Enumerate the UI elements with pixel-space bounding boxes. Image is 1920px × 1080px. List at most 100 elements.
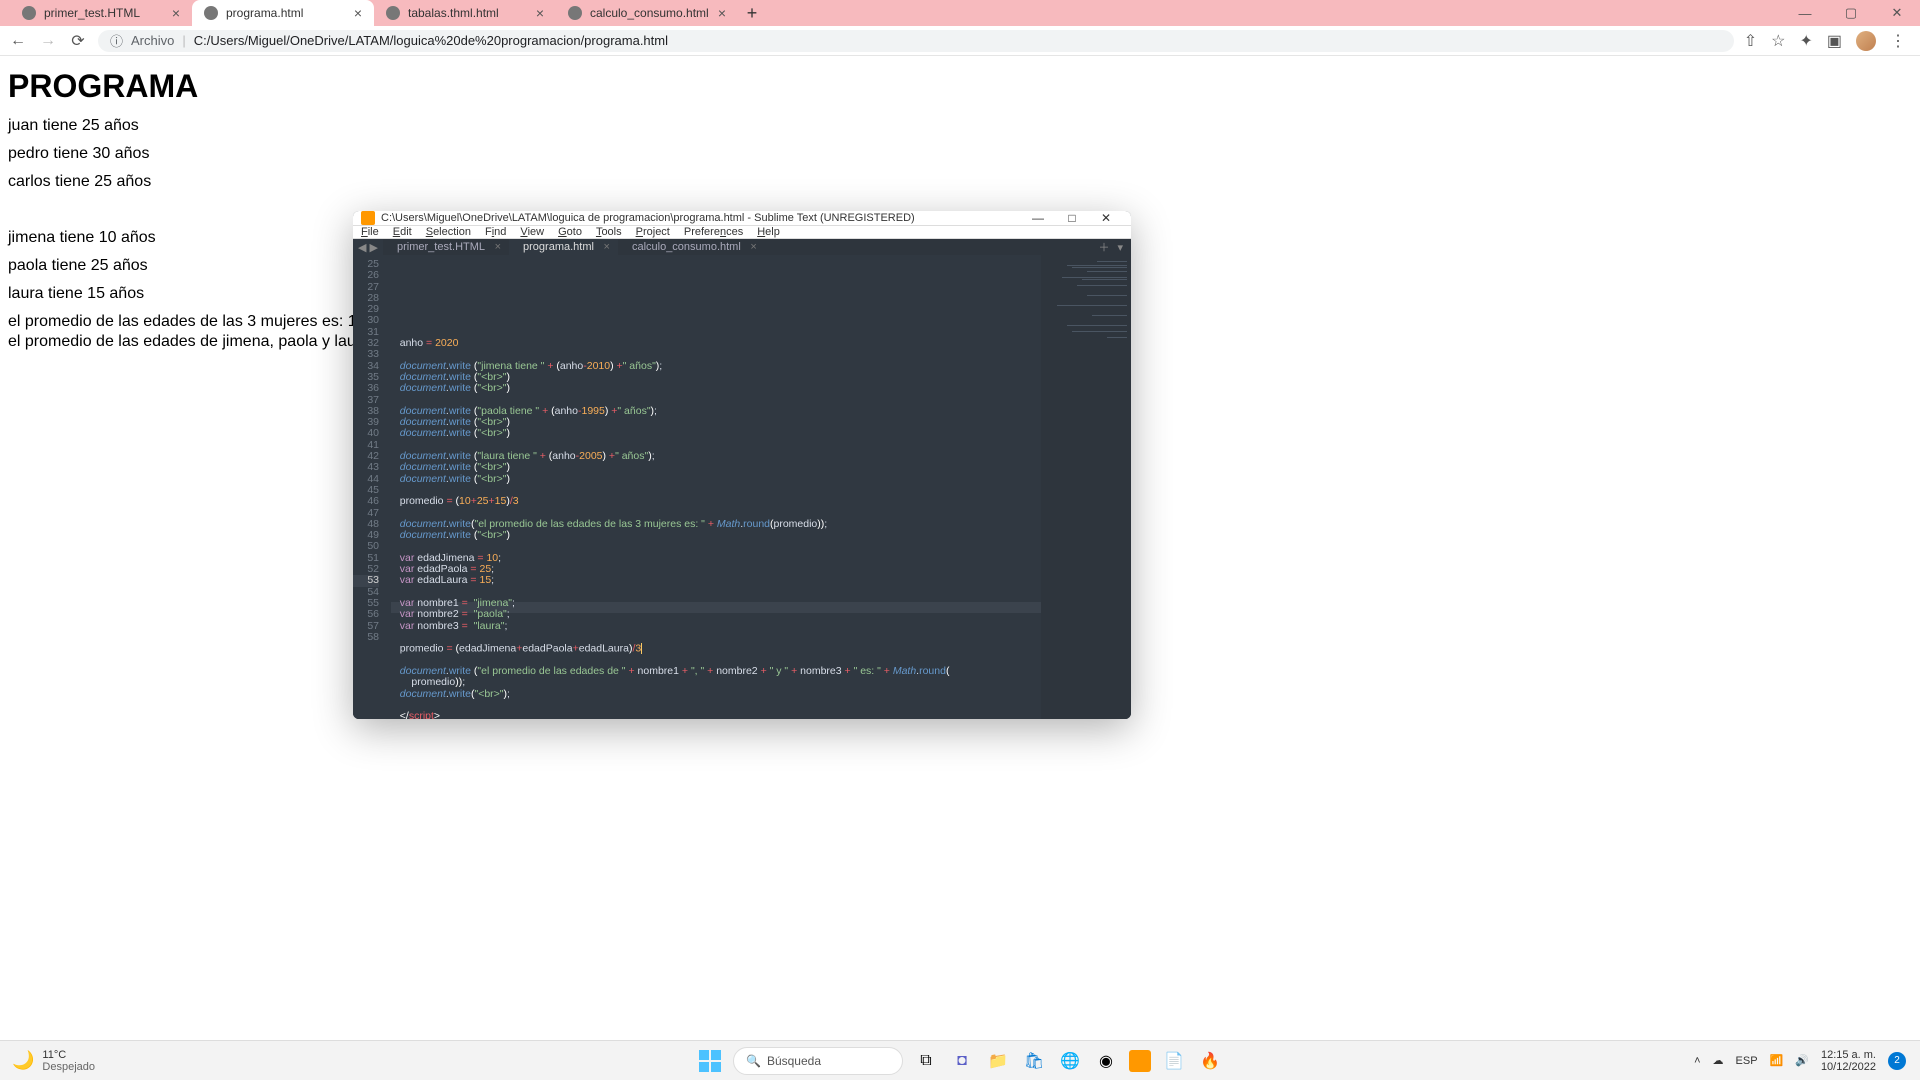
menu-edit[interactable]: Edit (393, 226, 412, 238)
globe-icon (204, 6, 218, 20)
close-icon[interactable]: × (495, 241, 501, 253)
app-sublime-icon[interactable] (1129, 1050, 1151, 1072)
back-button[interactable]: ← (8, 32, 28, 50)
bookmark-icon[interactable]: ☆ (1771, 31, 1785, 51)
line-gutter: 2526272829303132333435363738394041424344… (353, 255, 383, 719)
menu-file[interactable]: File (361, 226, 379, 238)
address-bar[interactable]: ⓘ Archivo | C:/Users/Miguel/OneDrive/LAT… (98, 30, 1734, 52)
tray-chevron-icon[interactable]: ˄ (1694, 1055, 1700, 1067)
close-icon[interactable]: × (750, 241, 756, 253)
browser-tab-0[interactable]: primer_test.HTML × (10, 0, 192, 26)
close-icon[interactable]: × (718, 5, 726, 21)
browser-toolbar: ← → ⟳ ⓘ Archivo | C:/Users/Miguel/OneDri… (0, 26, 1920, 56)
tab-label: primer_test.HTML (397, 241, 485, 253)
close-button[interactable]: ✕ (1874, 0, 1920, 26)
editor-body: 2526272829303132333435363738394041424344… (353, 255, 1131, 719)
close-icon[interactable]: × (172, 5, 180, 21)
info-icon: ⓘ (110, 31, 123, 50)
forward-button[interactable]: → (38, 32, 58, 50)
tab-title: tabalas.thml.html (408, 6, 499, 20)
toolbar-actions: ⇧ ☆ ✦ ▣ ⋮ (1744, 31, 1912, 51)
url-prefix: Archivo (131, 33, 174, 48)
app-edge-icon[interactable]: 🌐 (1057, 1048, 1083, 1074)
sublime-icon (361, 211, 375, 225)
app-paint-icon[interactable]: 🔥 (1197, 1048, 1223, 1074)
clock[interactable]: 12:15 a. m. 10/12/2022 (1821, 1049, 1876, 1073)
tab-title: primer_test.HTML (44, 6, 140, 20)
close-icon[interactable]: × (536, 5, 544, 21)
share-icon[interactable]: ⇧ (1744, 31, 1757, 51)
sublime-window: C:\Users\Miguel\OneDrive\LATAM\loguica d… (353, 211, 1131, 719)
menu-tools[interactable]: Tools (596, 226, 622, 238)
start-button[interactable] (697, 1048, 723, 1074)
tab-title: programa.html (226, 6, 303, 20)
profile-avatar[interactable] (1856, 31, 1876, 51)
minimize-button[interactable]: — (1782, 0, 1828, 26)
menu-preferences[interactable]: Preferences (684, 226, 743, 238)
browser-tab-2[interactable]: tabalas.thml.html × (374, 0, 556, 26)
maximize-button[interactable]: ▢ (1828, 0, 1874, 26)
notification-badge[interactable]: 2 (1888, 1052, 1906, 1070)
windows-taskbar: 🌙 11°C Despejado 🔍 Búsqueda ⧉ ◘ 📁 🛍 🌐 ◉ … (0, 1040, 1920, 1080)
app-pset-icon[interactable]: 📄 (1161, 1048, 1187, 1074)
window-controls: — ▢ ✕ (1782, 0, 1920, 26)
search-placeholder: Búsqueda (767, 1054, 821, 1068)
globe-icon (568, 6, 582, 20)
globe-icon (22, 6, 36, 20)
close-icon[interactable]: × (604, 241, 610, 253)
close-icon[interactable]: × (354, 5, 362, 21)
volume-icon[interactable]: 🔊 (1795, 1054, 1809, 1067)
weather-icon: 🌙 (12, 1050, 34, 1071)
system-tray: ˄ ☁ ESP 📶 🔊 12:15 a. m. 10/12/2022 2 (1694, 1049, 1920, 1073)
time: 12:15 a. m. (1821, 1049, 1876, 1061)
maximize-button[interactable]: □ (1055, 211, 1089, 225)
extensions-icon[interactable]: ✦ (1799, 31, 1812, 51)
wifi-icon[interactable]: 📶 (1770, 1054, 1784, 1067)
date: 10/12/2022 (1821, 1061, 1876, 1073)
app-chat-icon[interactable]: ◘ (949, 1048, 975, 1074)
sublime-titlebar[interactable]: C:\Users\Miguel\OneDrive\LATAM\loguica d… (353, 211, 1131, 226)
minimap[interactable] (1041, 255, 1131, 719)
tab-add-icon[interactable]: ＋ (1098, 239, 1109, 255)
menu-view[interactable]: View (520, 226, 544, 238)
menu-find[interactable]: Find (485, 226, 506, 238)
globe-icon (386, 6, 400, 20)
app-store-icon[interactable]: 🛍 (1021, 1048, 1047, 1074)
editor-tab-2[interactable]: calculo_consumo.html × (618, 239, 765, 255)
close-button[interactable]: ✕ (1089, 211, 1123, 225)
tab-label: programa.html (523, 241, 594, 253)
editor-tab-1[interactable]: programa.html × (509, 239, 618, 255)
taskbar-search[interactable]: 🔍 Búsqueda (733, 1047, 903, 1075)
app-explorer-icon[interactable]: 📁 (985, 1048, 1011, 1074)
minimize-button[interactable]: — (1021, 211, 1055, 225)
tab-label: calculo_consumo.html (632, 241, 741, 253)
sublime-menubar: File Edit Selection Find View Goto Tools… (353, 226, 1131, 239)
code-editor[interactable]: anho = 2020 document.write ("jimena tien… (383, 255, 1041, 719)
menu-project[interactable]: Project (636, 226, 670, 238)
menu-goto[interactable]: Goto (558, 226, 582, 238)
menu-icon[interactable]: ⋮ (1890, 31, 1906, 51)
tab-menu-icon[interactable]: ▾ (1117, 241, 1123, 254)
app-chrome-icon[interactable]: ◉ (1093, 1048, 1119, 1074)
reload-button[interactable]: ⟳ (68, 31, 88, 51)
browser-tab-3[interactable]: calculo_consumo.html × (556, 0, 738, 26)
browser-tab-strip: primer_test.HTML × programa.html × tabal… (0, 0, 1920, 26)
language-indicator[interactable]: ESP (1736, 1055, 1758, 1067)
url-text: C:/Users/Miguel/OneDrive/LATAM/loguica%2… (194, 33, 668, 48)
weather-widget[interactable]: 🌙 11°C Despejado (0, 1049, 95, 1073)
taskbar-center: 🔍 Búsqueda ⧉ ◘ 📁 🛍 🌐 ◉ 📄 🔥 (697, 1047, 1223, 1075)
task-view-icon[interactable]: ⧉ (913, 1048, 939, 1074)
sublime-tabbar: ◀ ▶ primer_test.HTML × programa.html × c… (353, 239, 1131, 255)
weather-desc: Despejado (42, 1061, 95, 1073)
menu-help[interactable]: Help (757, 226, 780, 238)
tab-title: calculo_consumo.html (590, 6, 709, 20)
menu-selection[interactable]: Selection (426, 226, 471, 238)
page-line: juan tiene 25 años (8, 117, 1912, 135)
browser-tab-1[interactable]: programa.html × (192, 0, 374, 26)
editor-tab-0[interactable]: primer_test.HTML × (383, 239, 509, 255)
side-panel-icon[interactable]: ▣ (1827, 31, 1842, 51)
new-tab-button[interactable]: + (738, 0, 766, 26)
page-heading: PROGRAMA (8, 68, 1912, 105)
tab-nav-arrows[interactable]: ◀ ▶ (353, 239, 383, 255)
onedrive-icon[interactable]: ☁ (1713, 1054, 1724, 1067)
